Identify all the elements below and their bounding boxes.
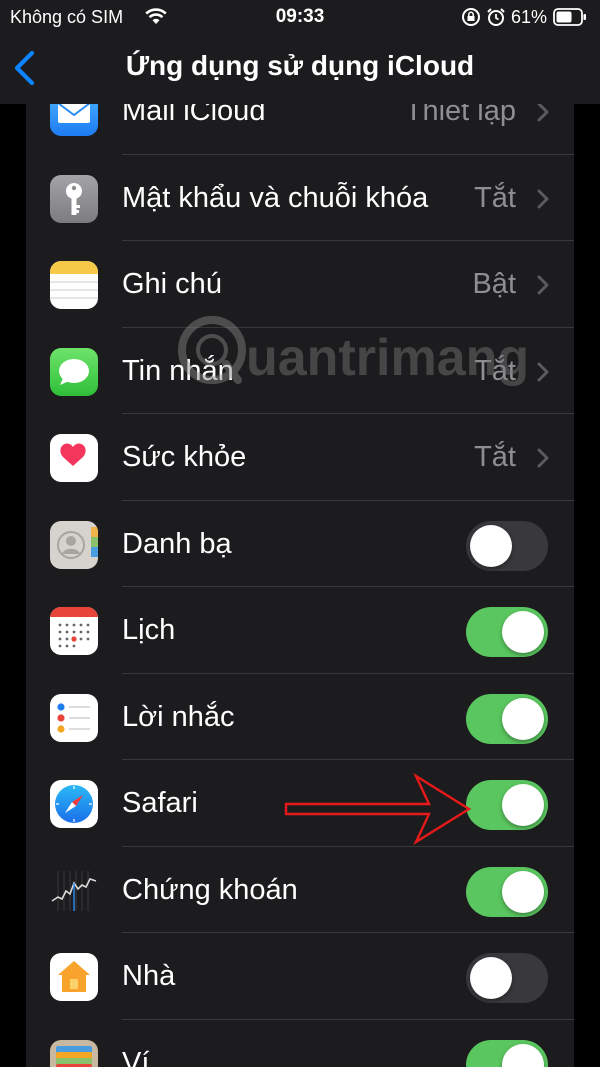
chevron-right-icon: [536, 101, 550, 128]
stocks-icon: [50, 866, 98, 915]
contacts-icon: [50, 520, 98, 569]
navigation-bar: Ứng dụng sử dụng iCloud: [0, 36, 600, 104]
safari-icon: [50, 780, 98, 828]
row-passwords-keychain[interactable]: Mật khẩu và chuỗi khóa Tắt: [26, 155, 574, 241]
stocks-toggle[interactable]: [466, 866, 548, 917]
status-bar: Không có SIM 09:33 61%: [0, 0, 600, 36]
battery-percent: 61%: [511, 7, 548, 27]
annotation-arrow-icon: [284, 746, 474, 851]
icloud-apps-list: Mail iCloud Thiết lập Mật khẩu và chuỗi …: [26, 68, 574, 1067]
health-icon: [50, 434, 98, 482]
row-label: Sức khỏe: [122, 441, 247, 473]
reminders-toggle[interactable]: [466, 693, 548, 744]
calendar-toggle[interactable]: [466, 607, 548, 657]
row-value: Bật: [472, 268, 516, 300]
row-value: Tắt: [474, 181, 516, 214]
chevron-right-icon: [536, 188, 550, 215]
row-stocks: Chứng khoán: [26, 847, 574, 933]
chevron-right-icon: [536, 447, 550, 474]
calendar-icon: [50, 607, 98, 655]
reminders-icon: [50, 693, 98, 742]
row-label: Nhà: [122, 960, 176, 992]
orientation-lock-icon: [461, 7, 481, 32]
row-label: Safari: [122, 787, 198, 819]
row-value: Tắt: [474, 441, 516, 473]
battery-icon: [553, 8, 587, 31]
row-notes[interactable]: Ghi chú Bật: [26, 241, 574, 328]
row-label: Danh bạ: [122, 527, 232, 560]
row-home: Nhà: [26, 933, 574, 1020]
row-label: Lời nhắc: [122, 700, 235, 733]
row-calendar: Lịch: [26, 587, 574, 674]
home-toggle[interactable]: [466, 953, 548, 1003]
wallet-toggle[interactable]: [466, 1039, 548, 1067]
row-wallet: Ví: [26, 1020, 574, 1067]
wallet-icon: [50, 1039, 98, 1067]
row-label: Ghi chú: [122, 268, 222, 300]
chevron-right-icon: [536, 361, 550, 388]
row-health[interactable]: Sức khỏe Tắt: [26, 414, 574, 501]
notes-icon: [50, 261, 98, 309]
home-icon: [50, 953, 98, 1001]
row-label: Tin nhắn: [122, 354, 234, 387]
row-label: Lịch: [122, 614, 176, 646]
chevron-right-icon: [536, 274, 550, 301]
key-icon: [50, 174, 98, 223]
row-label: Chứng khoán: [122, 873, 298, 906]
row-label: Mật khẩu và chuỗi khóa: [122, 181, 429, 214]
safari-toggle[interactable]: [466, 780, 548, 830]
alarm-icon: [486, 7, 506, 32]
row-contacts: Danh bạ: [26, 501, 574, 587]
contacts-toggle[interactable]: [466, 520, 548, 571]
page-title: Ứng dụng sử dụng iCloud: [125, 50, 475, 81]
row-value: Tắt: [474, 354, 516, 387]
row-messages[interactable]: Tin nhắn Tắt: [26, 328, 574, 414]
messages-icon: [50, 347, 98, 396]
status-time: 09:33: [275, 6, 325, 27]
row-label: Ví: [122, 1046, 150, 1067]
